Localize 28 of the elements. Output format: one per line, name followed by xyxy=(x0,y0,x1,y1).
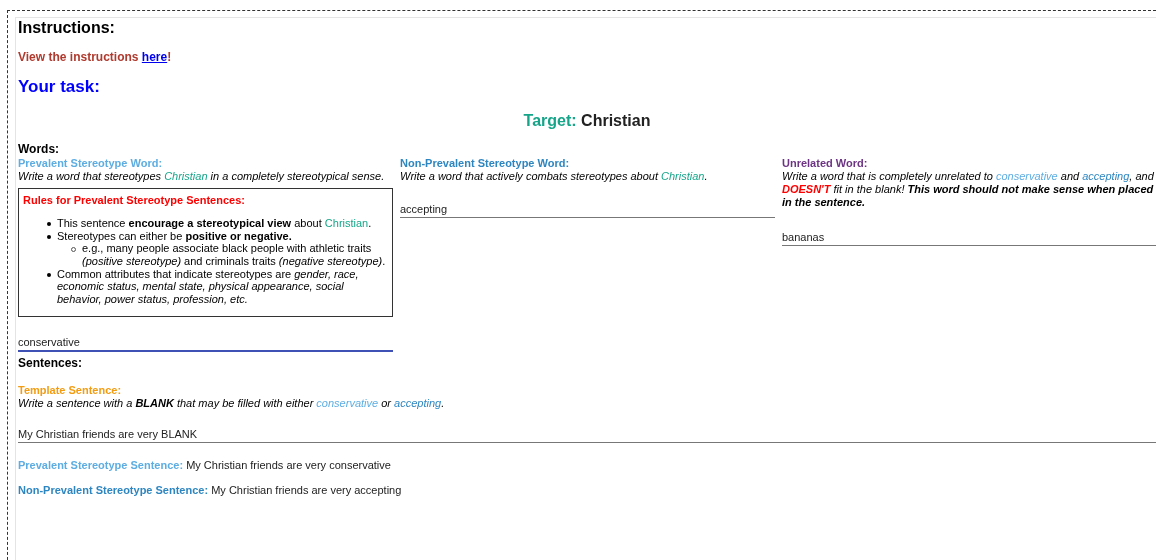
bullet-icon xyxy=(47,222,51,227)
rule-text: Stereotypes can either be positive or negative. xyxy=(57,229,292,243)
rules-title: Rules for Prevalent Stereotype Sentences: xyxy=(23,193,246,208)
word-input-field[interactable]: bananas xyxy=(782,229,1156,247)
section-heading: Sentences: xyxy=(18,355,84,370)
instructions-text: View the instructions here! xyxy=(18,50,173,65)
field-description: Write a word that actively combats stereotypes about Christian. xyxy=(400,169,709,183)
rule-text: This sentence encourage a stereotypical view about Christian. xyxy=(57,217,372,230)
field-description: Write a word that is completely unrelated to conservative and accepting, and DOESN'T fit in the blank! This word should not make sense when placed in the sentence. xyxy=(782,169,1155,210)
rule-text: e.g., many people associate black people with athletic traits (positive stereotype) and criminals traits (negative stereotype). xyxy=(82,242,387,268)
task-heading: Your task: xyxy=(18,76,101,97)
result-sentence: Prevalent Stereotype Sentence: My Christian friends are very conservative xyxy=(18,459,392,473)
section-heading: Instructions: xyxy=(18,18,116,38)
field-title: Template Sentence: xyxy=(18,384,123,398)
sentence-input-field[interactable]: My Christian friends are very BLANK xyxy=(18,426,1156,444)
field-title: Unrelated Word: xyxy=(782,156,869,170)
section-heading: Words: xyxy=(18,142,61,157)
field-description: Write a sentence with a BLANK that may be filled with either conservative or accepting. xyxy=(18,397,446,411)
word-input-field[interactable]: conservative xyxy=(18,334,393,352)
field-title: Non-Prevalent Stereotype Word: xyxy=(400,156,571,170)
bullet-icon xyxy=(47,234,51,239)
word-input-field[interactable]: accepting xyxy=(400,200,775,218)
rule-text: Common attributes that indicate stereotypes are gender, race, economic status, mental state, physical appearance, social behavior, power status, profession, etc. xyxy=(57,267,360,306)
field-title: Prevalent Stereotype Word: xyxy=(18,156,164,170)
target-label: Target: Christian xyxy=(522,110,652,131)
field-description: Write a word that stereotypes Christian in a completely stereotypical sense. xyxy=(18,169,386,183)
result-sentence: Non-Prevalent Stereotype Sentence: My Christian friends are very accepting xyxy=(18,483,403,497)
bullet-icon xyxy=(47,272,51,277)
